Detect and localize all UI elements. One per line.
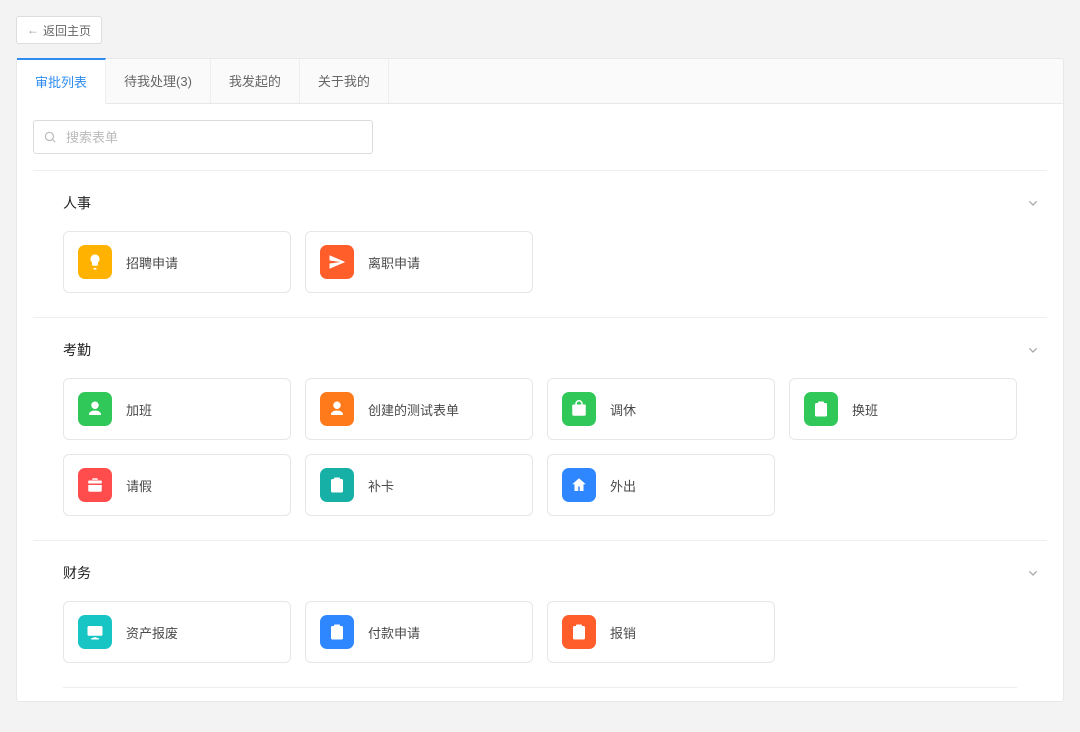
back-button[interactable]: ← 返回主页 [16, 16, 102, 44]
form-card[interactable]: 付款申请 [305, 601, 533, 663]
card-label: 补卡 [368, 476, 394, 495]
clipboard-icon [320, 615, 354, 649]
clipboard-check-icon [562, 615, 596, 649]
user-icon [78, 392, 112, 426]
chevron-down-icon [1025, 195, 1041, 211]
card-label: 创建的测试表单 [368, 400, 459, 419]
card-grid: 资产报废 付款申请 报销 [63, 601, 1017, 663]
chevron-down-icon [1025, 565, 1041, 581]
card-label: 付款申请 [368, 623, 420, 642]
search-icon [43, 130, 57, 144]
section-header[interactable]: 考勤 [33, 318, 1047, 378]
form-card[interactable]: 资产报废 [63, 601, 291, 663]
form-card[interactable]: 招聘申请 [63, 231, 291, 293]
form-card[interactable]: 创建的测试表单 [305, 378, 533, 440]
card-label: 离职申请 [368, 253, 420, 272]
form-card[interactable]: 报销 [547, 601, 775, 663]
card-label: 加班 [126, 400, 152, 419]
clipboard-icon [804, 392, 838, 426]
divider [63, 687, 1017, 688]
form-card[interactable]: 请假 [63, 454, 291, 516]
section-title: 财务 [63, 563, 91, 583]
arrow-left-icon: ← [27, 24, 39, 36]
card-label: 调休 [610, 400, 636, 419]
section-1: 考勤加班 创建的测试表单 调休 换班请假 补卡 外出 [33, 317, 1047, 540]
card-label: 报销 [610, 623, 636, 642]
form-card[interactable]: 补卡 [305, 454, 533, 516]
briefcase-icon [78, 468, 112, 502]
search-wrap [33, 120, 373, 154]
home-icon [562, 468, 596, 502]
card-grid: 招聘申请 离职申请 [63, 231, 1017, 293]
form-card[interactable]: 外出 [547, 454, 775, 516]
card-label: 换班 [852, 400, 878, 419]
chevron-down-icon [1025, 342, 1041, 358]
tab-2[interactable]: 我发起的 [211, 59, 300, 103]
form-card[interactable]: 加班 [63, 378, 291, 440]
section-0: 人事招聘申请 离职申请 [33, 170, 1047, 317]
card-label: 外出 [610, 476, 636, 495]
form-card[interactable]: 离职申请 [305, 231, 533, 293]
section-title: 人事 [63, 193, 91, 213]
card-label: 请假 [126, 476, 152, 495]
main-panel: 审批列表待我处理(3)我发起的关于我的 人事招聘申请 离职申请考勤加班 创建的测试表… [16, 58, 1064, 702]
card-grid: 加班 创建的测试表单 调休 换班请假 补卡 外出 [63, 378, 1017, 516]
card-label: 招聘申请 [126, 253, 178, 272]
form-card[interactable]: 调休 [547, 378, 775, 440]
section-header[interactable]: 财务 [33, 541, 1047, 601]
send-icon [320, 245, 354, 279]
search-input[interactable] [33, 120, 373, 154]
user-icon [320, 392, 354, 426]
form-card[interactable]: 换班 [789, 378, 1017, 440]
tab-1[interactable]: 待我处理(3) [106, 59, 211, 103]
section-header[interactable]: 人事 [33, 171, 1047, 231]
card-label: 资产报废 [126, 623, 178, 642]
content-area: 人事招聘申请 离职申请考勤加班 创建的测试表单 调休 换班请假 补卡 外出财务资产报废 付款申… [17, 104, 1063, 688]
tab-0[interactable]: 审批列表 [17, 58, 106, 104]
tabs: 审批列表待我处理(3)我发起的关于我的 [17, 59, 1063, 104]
monitor-icon [78, 615, 112, 649]
back-label: 返回主页 [43, 22, 91, 39]
section-title: 考勤 [63, 340, 91, 360]
lightbulb-icon [78, 245, 112, 279]
tab-3[interactable]: 关于我的 [300, 59, 389, 103]
section-2: 财务资产报废 付款申请 报销 [33, 540, 1047, 687]
bag-icon [562, 392, 596, 426]
clipboard-check-icon [320, 468, 354, 502]
